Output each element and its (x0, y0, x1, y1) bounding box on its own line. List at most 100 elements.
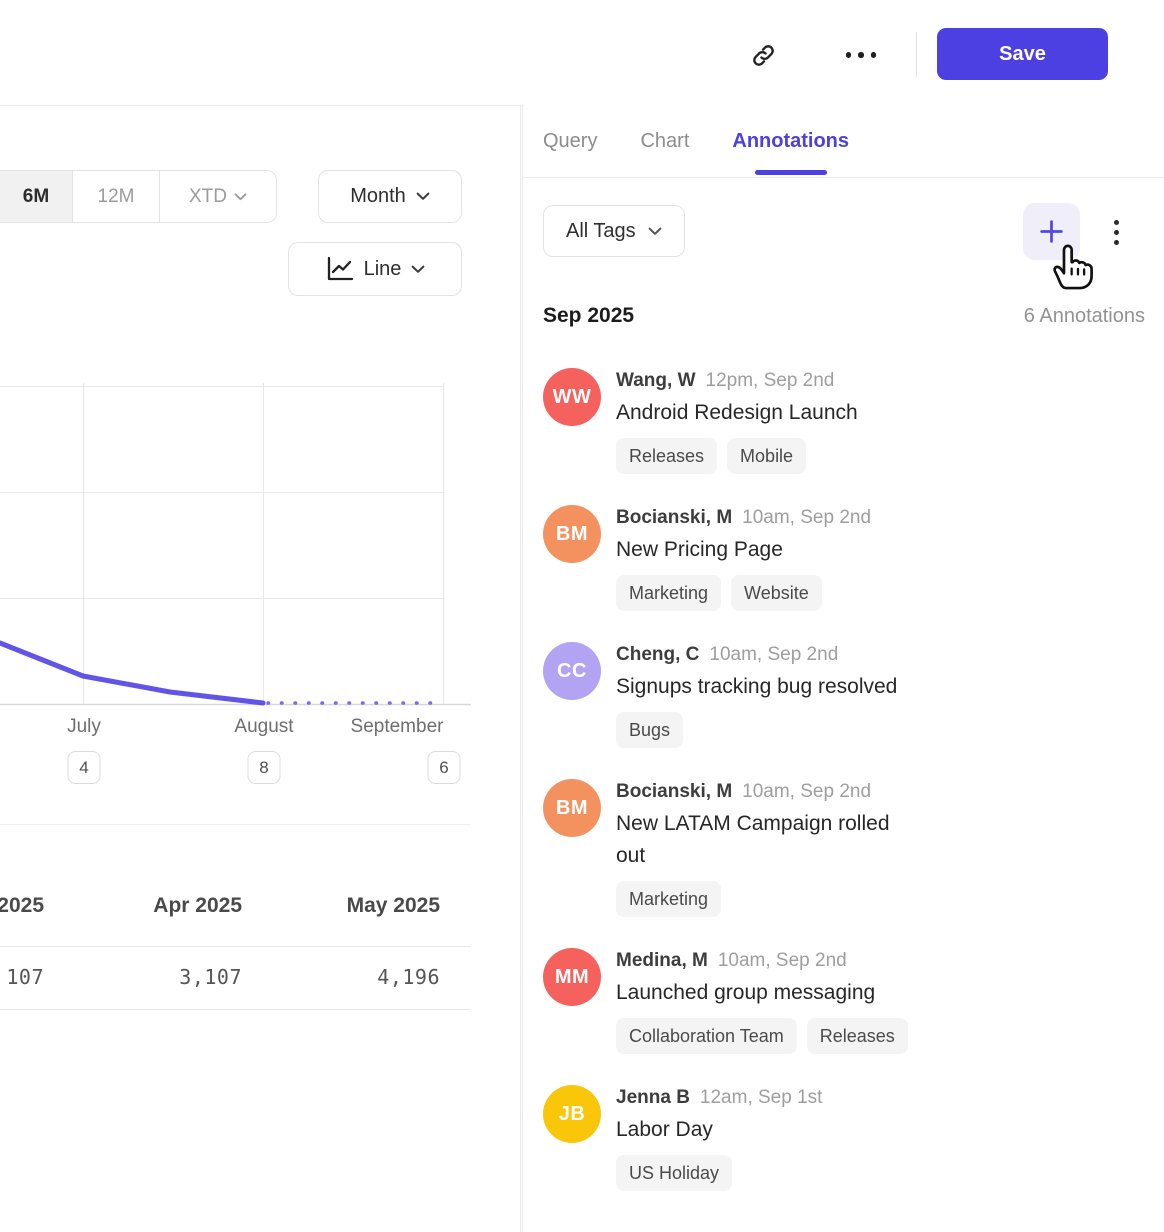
topbar-divider (916, 32, 917, 77)
annotation-tags: Releases Mobile (616, 438, 858, 474)
tag-pill: Mobile (727, 438, 806, 474)
month-title: Sep 2025 (543, 304, 634, 328)
tag-pill: Marketing (616, 881, 721, 917)
ellipsis-icon (846, 52, 877, 58)
annotation-title: New LATAM Campaign rolled out (616, 808, 921, 872)
plus-icon (1038, 218, 1065, 245)
annotation-time: 12am, Sep 1st (700, 1086, 823, 1110)
annotation-body: Bocianski, M 10am, Sep 2nd New LATAM Campa… (616, 779, 921, 917)
line-chart-icon (325, 256, 354, 282)
chevron-down-icon (416, 192, 430, 201)
panel-tabs: Query Chart Annotations (523, 105, 1164, 178)
annotation-count-badge[interactable]: 4 (68, 751, 101, 784)
month-group-header: Sep 2025 6 Annotations (543, 304, 1145, 328)
annotation-meta: Cheng, C 10am, Sep 2nd (616, 643, 897, 667)
annotation-time: 10am, Sep 2nd (718, 949, 847, 973)
range-option-label: 6M (23, 186, 49, 208)
tag-filter-label: All Tags (566, 220, 636, 243)
avatar: CC (543, 642, 601, 700)
annotation-title: Labor Day (616, 1114, 822, 1146)
tag-pill: Releases (807, 1018, 908, 1054)
range-option-6m[interactable]: 6M (0, 171, 73, 222)
annotation-tags: US Holiday (616, 1155, 822, 1191)
annotation-item[interactable]: BM Bocianski, M 10am, Sep 2nd New LATAM Cam… (543, 779, 1164, 917)
annotation-title: Android Redesign Launch (616, 397, 858, 429)
copy-link-button[interactable] (739, 31, 787, 79)
annotation-tags: Marketing (616, 881, 921, 917)
table-cell-value: 107 (0, 965, 44, 989)
tab-query[interactable]: Query (543, 105, 597, 178)
table-cell-value: 3,107 (44, 965, 242, 989)
table-cell-value: 4,196 (242, 965, 440, 989)
granularity-dropdown[interactable]: Month (318, 170, 462, 223)
range-option-12m[interactable]: 12M (73, 171, 160, 222)
annotation-meta: Jenna B 12am, Sep 1st (616, 1086, 822, 1110)
more-options-button[interactable] (838, 33, 884, 77)
annotation-item[interactable]: JB Jenna B 12am, Sep 1st Labor Day US Holida… (543, 1085, 1164, 1191)
tag-pill: Collaboration Team (616, 1018, 797, 1054)
annotation-title: New Pricing Page (616, 534, 871, 566)
annotation-title: Launched group messaging (616, 977, 908, 1009)
save-button[interactable]: Save (937, 28, 1108, 80)
chart-type-dropdown[interactable]: Line (288, 242, 462, 296)
annotation-count-badge[interactable]: 8 (248, 751, 281, 784)
table-column-header: Apr 2025 (44, 894, 242, 918)
x-axis-label: September (351, 716, 444, 738)
annotation-meta: Bocianski, M 10am, Sep 2nd (616, 506, 871, 530)
tag-filter-dropdown[interactable]: All Tags (543, 205, 685, 257)
tab-chart[interactable]: Chart (640, 105, 689, 178)
chart-type-label: Line (364, 258, 402, 281)
annotations-count: 6 Annotations (1024, 305, 1145, 328)
annotation-time: 10am, Sep 2nd (742, 780, 871, 804)
annotation-time: 10am, Sep 2nd (742, 506, 871, 530)
annotation-time: 12pm, Sep 2nd (706, 369, 835, 393)
annotation-body: Wang, W 12pm, Sep 2nd Android Redesign Lau… (616, 368, 858, 474)
range-option-xtd[interactable]: XTD (160, 171, 276, 222)
annotation-time: 10am, Sep 2nd (709, 643, 838, 667)
annotations-menu-button[interactable] (1105, 209, 1127, 255)
annotation-author: Wang, W (616, 369, 696, 393)
link-icon (750, 42, 777, 69)
add-annotation-button[interactable] (1023, 203, 1080, 260)
annotation-tags: Collaboration Team Releases (616, 1018, 908, 1054)
annotation-meta: Bocianski, M 10am, Sep 2nd (616, 780, 921, 804)
annotation-item[interactable]: BMBocianski, M10am, Sep 2ndNew Pricing P… (543, 505, 1164, 611)
annotation-meta: Medina, M10am, Sep 2nd (616, 949, 908, 973)
granularity-label: Month (350, 185, 406, 208)
avatar: BM (543, 779, 601, 837)
kebab-icon (1114, 220, 1119, 245)
annotation-tags: MarketingWebsite (616, 575, 871, 611)
chevron-down-icon (234, 193, 247, 201)
tag-pill: US Holiday (616, 1155, 732, 1191)
table-divider (0, 1009, 471, 1010)
avatar: MM (543, 948, 601, 1006)
annotation-author: Bocianski, M (616, 506, 732, 530)
chart-panel: 6M12MXTD Month Line JulyAugustSeptember4… (0, 105, 521, 1232)
annotation-item[interactable]: WW Wang, W 12pm, Sep 2nd Android Redesign L… (543, 368, 1164, 474)
tab-annotations[interactable]: Annotations (732, 105, 849, 178)
annotation-title: Signups tracking bug resolved (616, 671, 897, 703)
annotation-count-badge[interactable]: 6 (428, 751, 461, 784)
annotation-author: Cheng, C (616, 643, 699, 667)
annotation-author: Bocianski, M (616, 780, 732, 804)
line-chart: JulyAugustSeptember486 (0, 381, 521, 801)
annotation-body: Cheng, C 10am, Sep 2nd Signups tracking bu… (616, 642, 897, 748)
annotation-author: Jenna B (616, 1086, 690, 1110)
annotation-body: Jenna B 12am, Sep 1st Labor Day US Holiday (616, 1085, 822, 1191)
chevron-down-icon (648, 227, 662, 236)
annotation-item[interactable]: CC Cheng, C 10am, Sep 2nd Signups tracking … (543, 642, 1164, 748)
x-axis-label: July (67, 716, 101, 738)
chart-series-observed (0, 643, 263, 703)
tag-pill: Releases (616, 438, 717, 474)
table-divider (0, 824, 471, 825)
annotation-tags: Bugs (616, 712, 897, 748)
annotation-item[interactable]: MM Medina, M10am, Sep 2nd Launched group m… (543, 948, 1164, 1054)
avatar: JB (543, 1085, 601, 1143)
annotation-list: WW Wang, W 12pm, Sep 2nd Android Redesign L… (543, 368, 1164, 1222)
tag-pill: Bugs (616, 712, 683, 748)
avatar: WW (543, 368, 601, 426)
range-option-label: 12M (98, 186, 135, 208)
annotation-body: Medina, M10am, Sep 2nd Launched group mes… (616, 948, 908, 1054)
table-divider (0, 946, 471, 947)
tag-pill: Website (731, 575, 822, 611)
